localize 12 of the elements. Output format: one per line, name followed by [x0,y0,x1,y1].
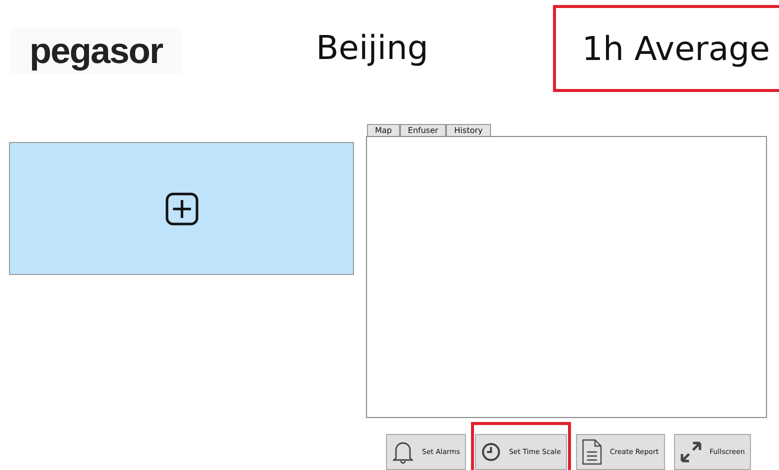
document-icon [582,439,602,465]
expand-icon [680,441,702,463]
period-label: 1h Average [553,5,779,92]
logo: pegasor [10,28,182,74]
clock-icon [480,442,501,462]
tab[interactable]: History [446,124,491,136]
add-icon [164,192,198,226]
city-title: Beijing [316,28,430,67]
add-panel[interactable] [9,142,354,275]
bell-icon [392,440,414,464]
tab[interactable]: Enfuser [400,124,446,136]
tab[interactable]: Map [367,124,400,136]
